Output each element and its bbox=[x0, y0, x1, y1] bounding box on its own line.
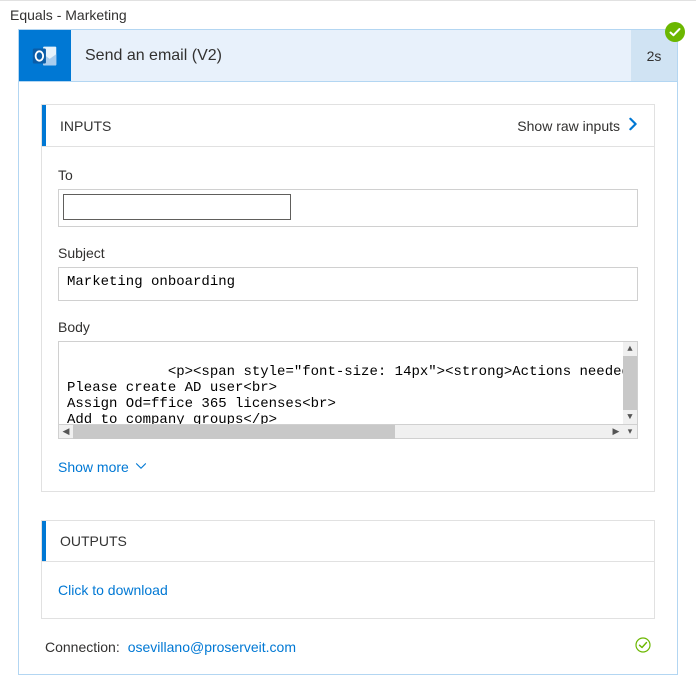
breadcrumb: Equals - Marketing bbox=[0, 0, 696, 27]
body-field-group: Body <p><span style="font-size: 14px"><s… bbox=[58, 319, 638, 439]
body-label: Body bbox=[58, 319, 638, 335]
inputs-panel: INPUTS Show raw inputs To Subject bbox=[41, 104, 655, 492]
inputs-label: INPUTS bbox=[60, 118, 517, 134]
action-card: Send an email (V2) 2s INPUTS Show raw in… bbox=[18, 29, 678, 675]
chevron-down-icon bbox=[135, 459, 147, 475]
to-field[interactable] bbox=[58, 189, 638, 227]
card-title: Send an email (V2) bbox=[71, 30, 631, 81]
outputs-label: OUTPUTS bbox=[60, 533, 640, 549]
scroll-right-icon[interactable]: ▶ bbox=[609, 425, 623, 439]
body-field[interactable]: <p><span style="font-size: 14px"><strong… bbox=[58, 341, 638, 425]
show-raw-inputs-text: Show raw inputs bbox=[517, 118, 620, 134]
show-more-text: Show more bbox=[58, 459, 129, 475]
scroll-down-icon[interactable]: ▼ bbox=[623, 410, 637, 424]
download-outputs-link[interactable]: Click to download bbox=[42, 561, 654, 618]
body-vertical-scrollbar[interactable]: ▲ ▼ bbox=[623, 342, 637, 424]
body-horizontal-scrollbar[interactable]: ◀ ▶ ▾ bbox=[58, 425, 638, 439]
subject-field[interactable]: Marketing onboarding bbox=[58, 267, 638, 301]
inputs-header: INPUTS Show raw inputs bbox=[42, 105, 654, 146]
body-text: <p><span style="font-size: 14px"><strong… bbox=[67, 364, 638, 425]
to-label: To bbox=[58, 167, 638, 183]
scroll-h-thumb[interactable] bbox=[73, 425, 395, 439]
inputs-content: To Subject Marketing onboarding Body <p>… bbox=[42, 146, 654, 491]
scroll-up-icon[interactable]: ▲ bbox=[623, 342, 637, 356]
success-badge bbox=[665, 22, 685, 42]
connection-row: Connection: osevillano@proserveit.com bbox=[41, 619, 655, 656]
subject-field-group: Subject Marketing onboarding bbox=[58, 245, 638, 301]
subject-label: Subject bbox=[58, 245, 638, 261]
card-header[interactable]: Send an email (V2) 2s bbox=[19, 30, 677, 82]
show-more-link[interactable]: Show more bbox=[58, 459, 638, 475]
to-input-inner[interactable] bbox=[63, 194, 291, 220]
scroll-left-icon[interactable]: ◀ bbox=[59, 425, 73, 439]
connection-status-icon bbox=[635, 637, 651, 656]
to-field-group: To bbox=[58, 167, 638, 227]
outlook-icon bbox=[19, 30, 71, 81]
card-body: INPUTS Show raw inputs To Subject bbox=[19, 82, 677, 674]
outputs-panel: OUTPUTS Click to download bbox=[41, 520, 655, 619]
connection-email-link[interactable]: osevillano@proserveit.com bbox=[128, 639, 296, 655]
show-raw-inputs-link[interactable]: Show raw inputs bbox=[517, 117, 640, 134]
outputs-header: OUTPUTS bbox=[42, 521, 654, 561]
scroll-v-thumb[interactable] bbox=[623, 356, 637, 410]
chevron-right-icon bbox=[626, 117, 640, 134]
scroll-h-track[interactable] bbox=[73, 425, 609, 439]
scroll-menu-icon[interactable]: ▾ bbox=[623, 425, 637, 439]
connection-label: Connection: bbox=[45, 639, 120, 655]
